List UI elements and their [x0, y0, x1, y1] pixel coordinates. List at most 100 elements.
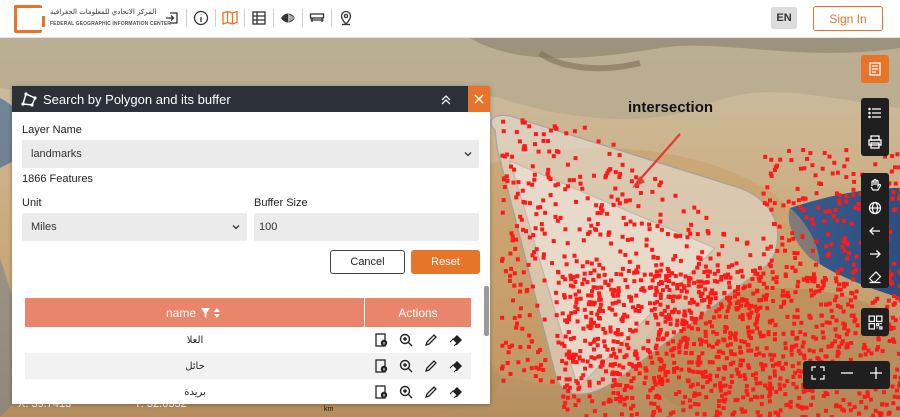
landmark-point [560, 341, 565, 346]
landmark-point [554, 290, 558, 295]
table-icon[interactable] [250, 9, 268, 27]
clear-button[interactable] [861, 265, 889, 288]
landmark-point [682, 309, 687, 314]
highlight-icon[interactable] [423, 358, 439, 374]
landmark-point [817, 181, 822, 186]
location-pin-icon[interactable] [337, 9, 355, 27]
reset-button[interactable]: Reset [411, 250, 480, 274]
landmark-point [695, 382, 700, 387]
landmark-point [619, 412, 624, 417]
landmark-point [810, 163, 815, 168]
landmark-point [580, 264, 585, 269]
landmark-point [868, 397, 873, 402]
landmark-point [688, 276, 693, 281]
landmark-point [851, 172, 856, 176]
landmark-point [773, 323, 778, 328]
landmark-point [893, 181, 898, 186]
landmark-point [658, 268, 663, 273]
landmark-point [698, 294, 703, 298]
name-column-header[interactable]: name [25, 298, 365, 327]
landmark-point [717, 399, 721, 404]
language-toggle[interactable]: EN [771, 7, 797, 29]
landmark-point [622, 402, 627, 407]
landmark-point [665, 304, 670, 309]
fullscreen-button[interactable] [805, 365, 831, 385]
layer-name-select[interactable]: landmarks [22, 140, 479, 168]
login-icon[interactable] [163, 9, 181, 27]
landmark-point [516, 360, 521, 365]
landmark-point [575, 381, 580, 386]
landmark-point [615, 293, 620, 298]
landmark-point [761, 281, 766, 286]
landmark-point [748, 314, 752, 319]
landmark-point [710, 344, 715, 349]
info-document-icon[interactable] [373, 332, 389, 348]
landmark-point [754, 371, 759, 376]
zoom-in-button[interactable] [863, 365, 889, 385]
landmark-point [728, 384, 733, 389]
panel-scrollbar[interactable] [484, 286, 489, 336]
print-button[interactable] [861, 127, 889, 156]
qr-button[interactable] [861, 308, 889, 336]
unit-label: Unit [22, 197, 42, 209]
landmark-point [844, 175, 849, 180]
table-row[interactable]: بريدة [25, 379, 471, 404]
globe-button[interactable] [861, 196, 889, 219]
landmark-point [629, 413, 634, 417]
landmark-point [765, 306, 770, 311]
landmark-point [829, 242, 834, 247]
report-button[interactable] [861, 55, 889, 83]
buffer-size-input[interactable]: 100 [254, 213, 479, 241]
legend-button[interactable] [861, 98, 889, 127]
info-document-icon[interactable] [373, 358, 389, 374]
info-icon[interactable] [192, 9, 210, 27]
landmark-point [698, 360, 703, 365]
landmark-point [833, 276, 838, 281]
eye-icon[interactable] [279, 9, 297, 27]
toolbar-divider [244, 9, 245, 27]
unit-select[interactable]: Miles [22, 213, 247, 241]
landmark-point [783, 361, 788, 366]
landmark-point [732, 334, 737, 339]
landmark-point [722, 338, 727, 343]
zoom-to-icon[interactable] [398, 358, 414, 374]
zoom-out-button[interactable] [834, 365, 860, 385]
zoom-to-icon[interactable] [398, 332, 414, 348]
collapse-icon[interactable] [439, 92, 453, 106]
landmark-point [635, 412, 639, 416]
next-extent-button[interactable] [861, 242, 889, 265]
clear-icon[interactable] [448, 384, 464, 400]
highlight-icon[interactable] [423, 332, 439, 348]
landmark-point [743, 376, 748, 381]
landmark-point [790, 330, 795, 335]
cancel-button[interactable]: Cancel [330, 250, 405, 274]
highlight-icon[interactable] [423, 384, 439, 400]
filter-sort-icon[interactable] [201, 307, 223, 319]
landmark-point [768, 171, 773, 176]
info-document-icon[interactable] [373, 384, 389, 400]
landmark-point [655, 255, 660, 260]
sign-in-button[interactable]: Sign In [813, 6, 883, 31]
landmark-point [653, 177, 658, 181]
landmark-point [715, 373, 719, 378]
logo[interactable]: المركز الاتحادي للمعلومات الجغرافية FEDE… [14, 5, 171, 33]
previous-extent-button[interactable] [861, 219, 889, 242]
landmark-point [804, 405, 809, 410]
landmark-point [619, 317, 624, 322]
landmark-point [619, 332, 624, 337]
table-row[interactable]: حائل [25, 353, 471, 379]
clear-icon[interactable] [448, 332, 464, 348]
landmark-point [620, 266, 625, 271]
zoom-to-icon[interactable] [398, 384, 414, 400]
bench-icon[interactable] [308, 9, 326, 27]
close-button[interactable] [468, 86, 490, 112]
clear-icon[interactable] [448, 358, 464, 374]
landmark-point [636, 264, 641, 269]
map-select-icon[interactable] [221, 9, 239, 27]
landmark-point [703, 333, 708, 338]
landmark-point [720, 244, 725, 249]
landmark-point [827, 154, 832, 159]
landmark-point [605, 347, 610, 352]
table-row[interactable]: العلا [25, 327, 471, 353]
pan-button[interactable] [861, 173, 889, 196]
